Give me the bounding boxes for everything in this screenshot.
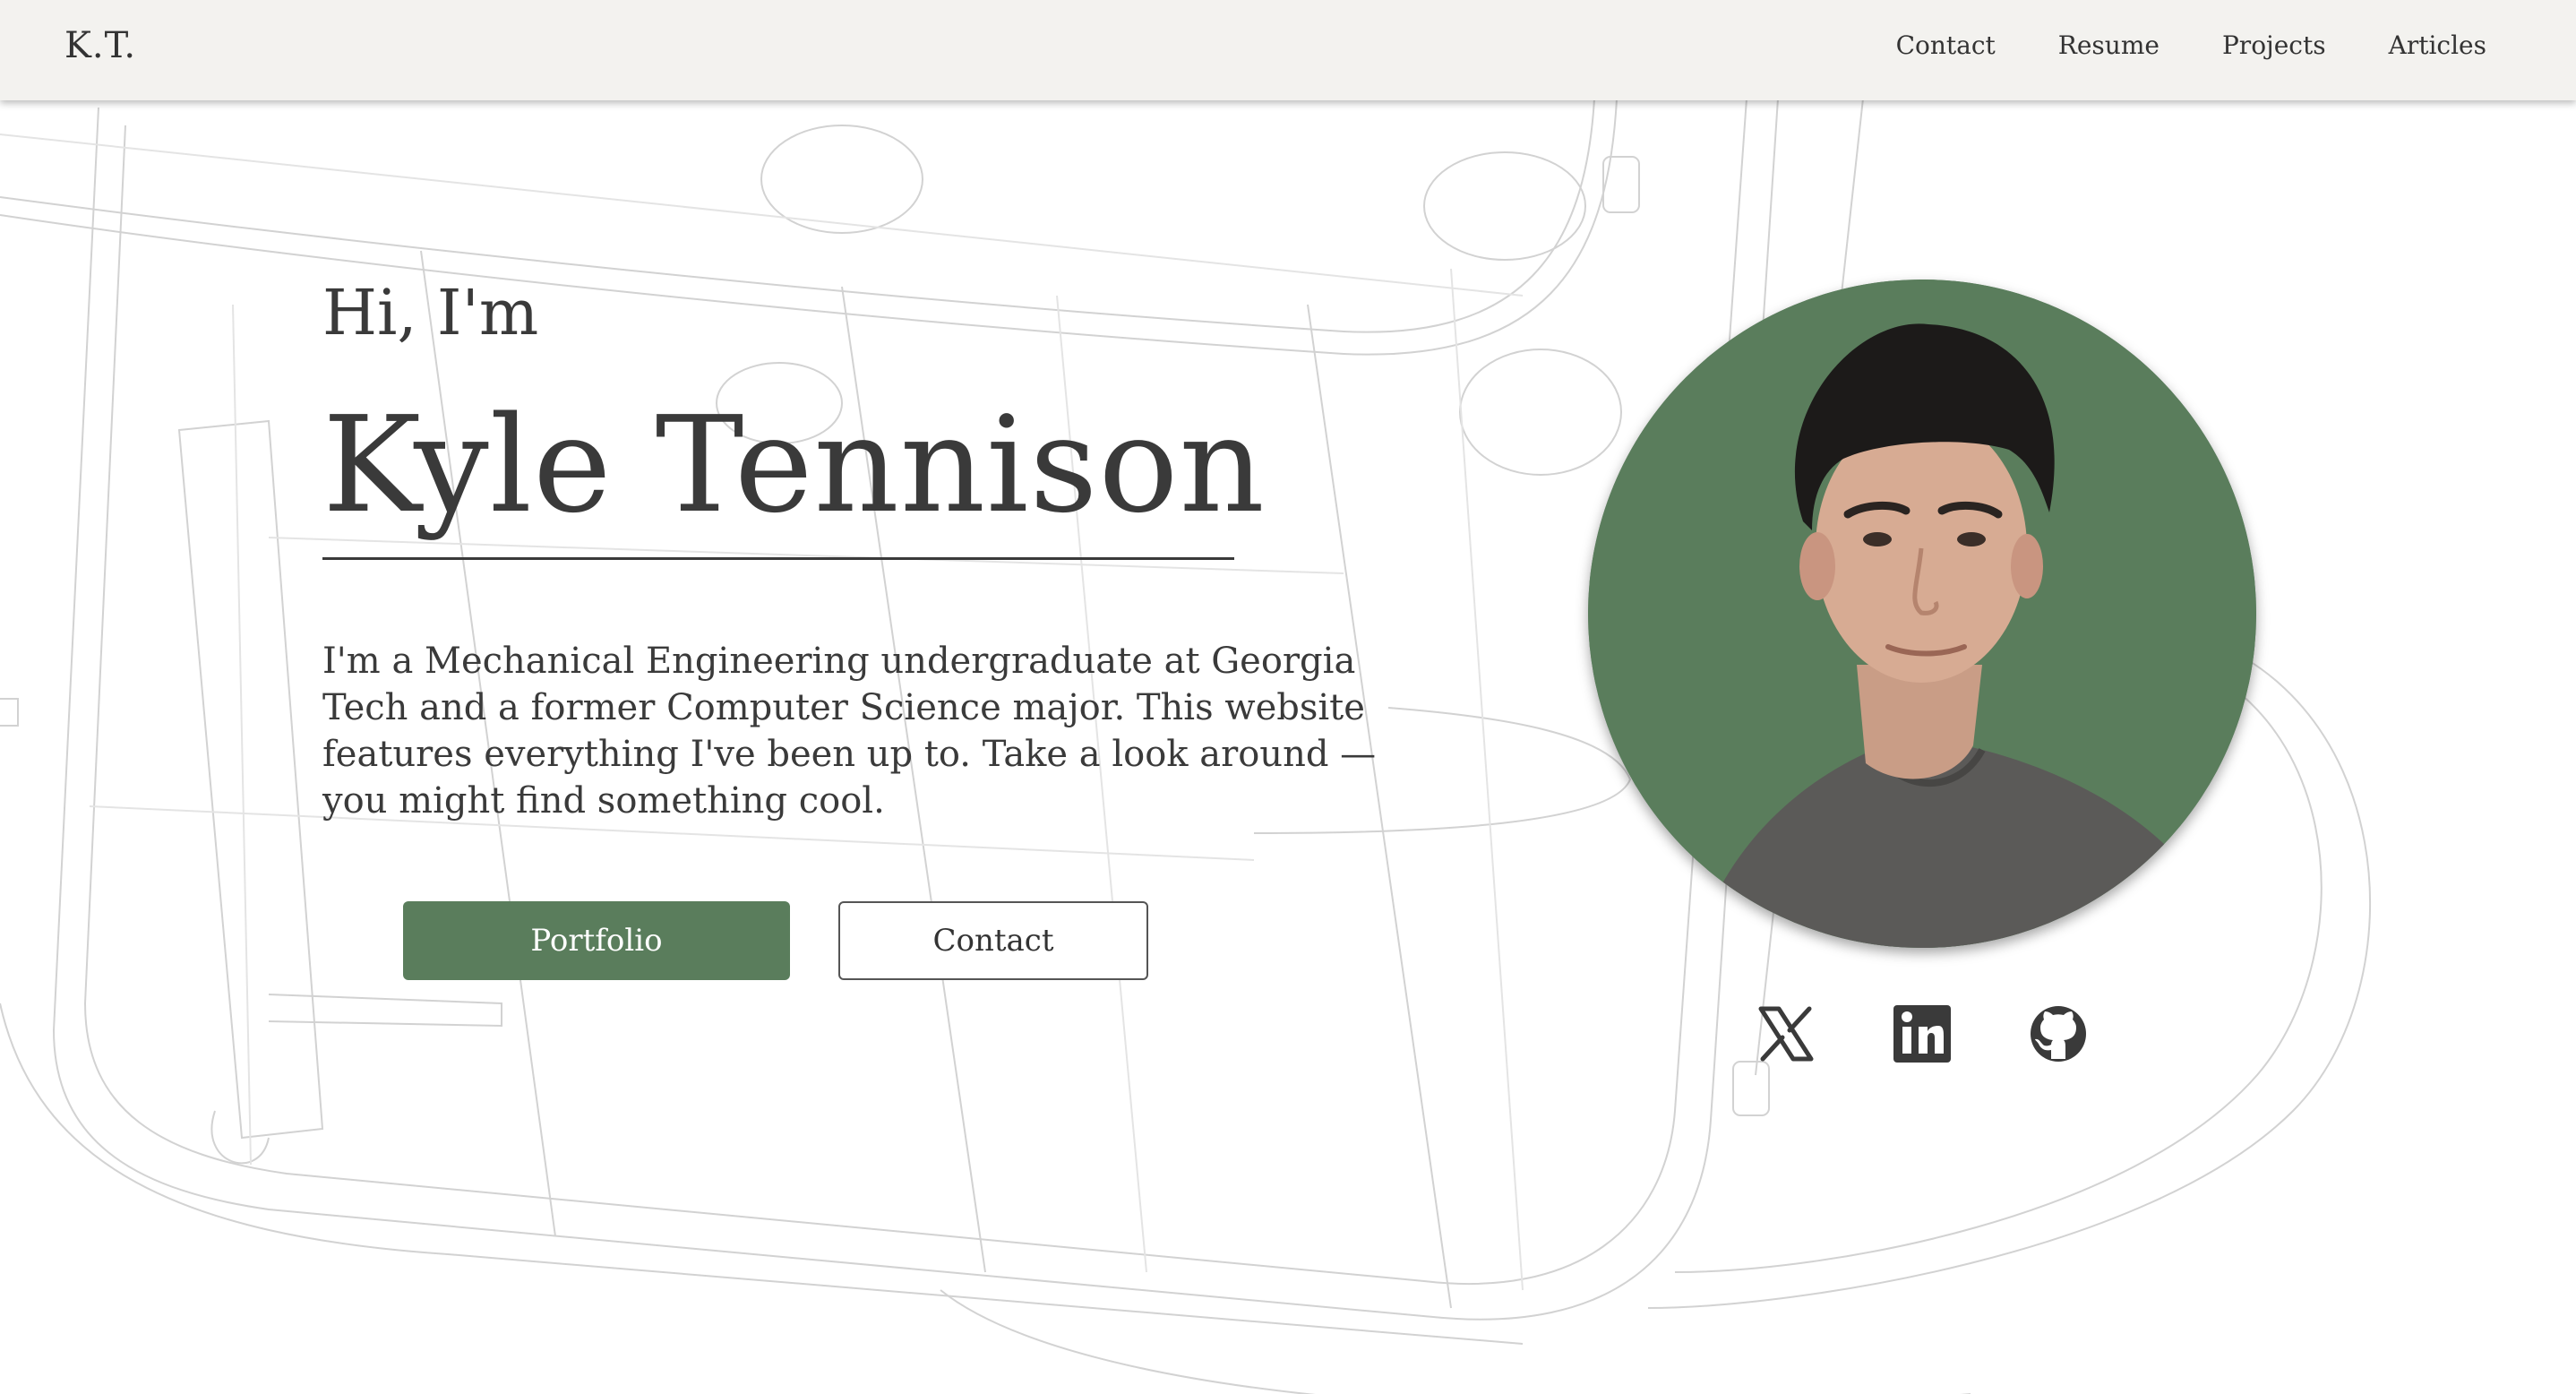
name-underline-divider: [322, 557, 1234, 560]
site-logo[interactable]: K.T.: [64, 25, 136, 66]
nav-link-projects[interactable]: Projects: [2222, 30, 2326, 60]
linkedin-icon[interactable]: [1892, 1003, 1953, 1064]
profile-photo: [1588, 280, 2256, 948]
hero-section: Hi, I'm Kyle Tennison I'm a Mechanical E…: [0, 0, 2576, 1394]
greeting-text: Hi, I'm: [322, 276, 539, 349]
intro-paragraph: I'm a Mechanical Engineering undergradua…: [322, 641, 1377, 822]
main-nav: Contact Resume Projects Articles: [1833, 30, 2486, 60]
x-icon[interactable]: [1756, 1003, 1816, 1064]
hero-name-heading: Kyle Tennison: [322, 388, 1266, 542]
nav-link-resume[interactable]: Resume: [2058, 30, 2160, 60]
nav-link-contact[interactable]: Contact: [1896, 30, 1996, 60]
page: K.T. Contact Resume Projects Articles Hi…: [0, 0, 2576, 1394]
github-icon[interactable]: [2028, 1003, 2089, 1064]
top-navigation-bar: K.T. Contact Resume Projects Articles: [0, 0, 2576, 100]
portfolio-button[interactable]: Portfolio: [403, 901, 790, 980]
contact-button[interactable]: Contact: [838, 901, 1148, 980]
nav-link-articles[interactable]: Articles: [2389, 30, 2486, 60]
